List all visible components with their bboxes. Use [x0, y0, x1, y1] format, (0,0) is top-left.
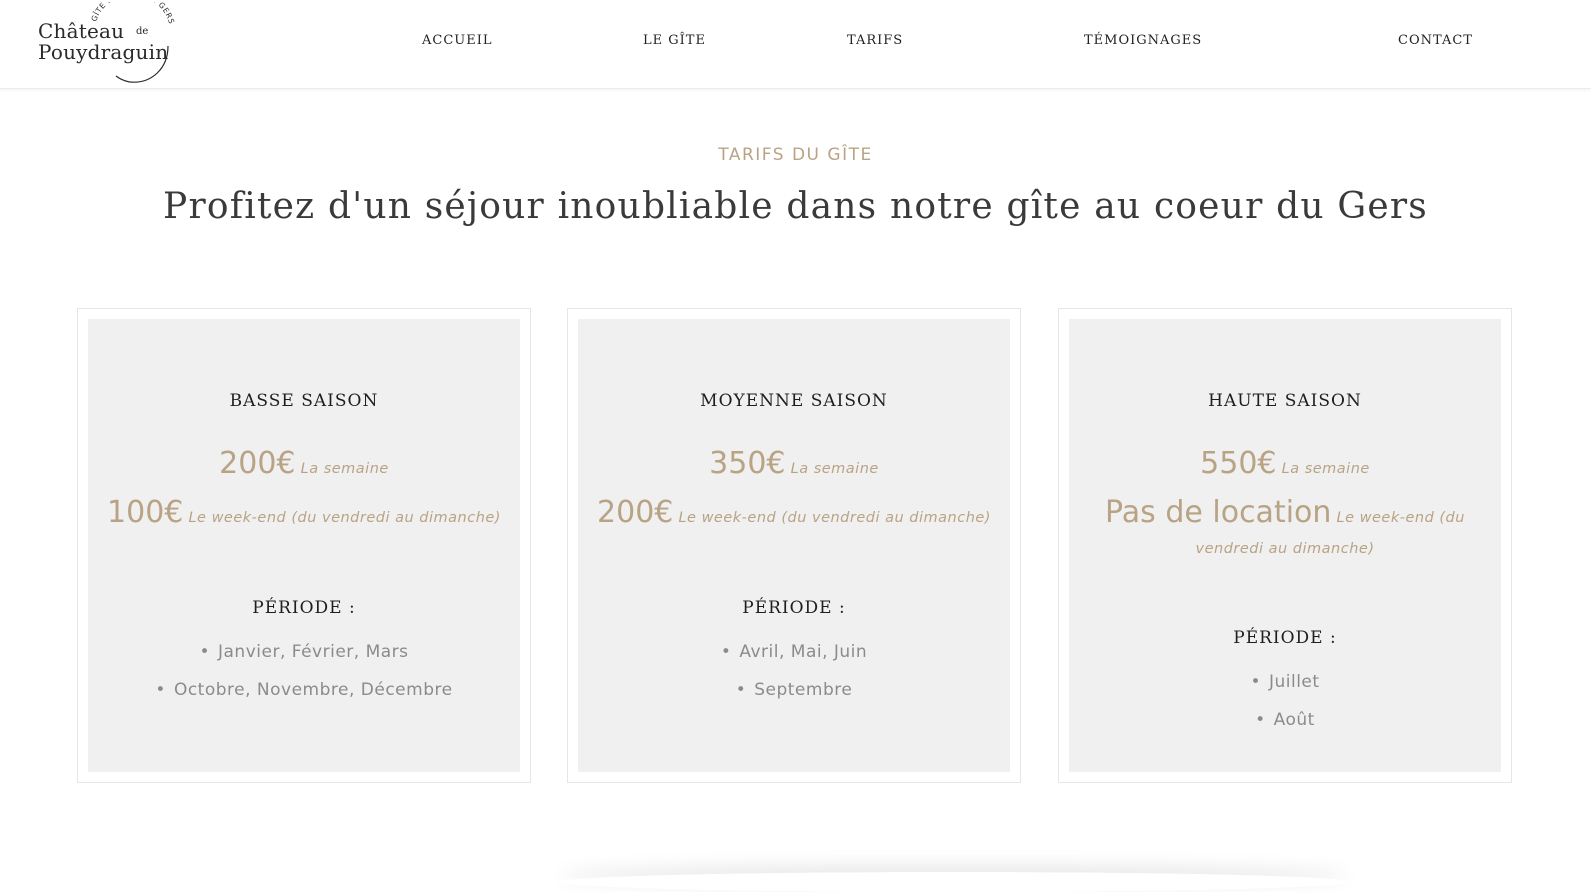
- season-title: BASSE SAISON: [229, 391, 379, 411]
- season-title: HAUTE SAISON: [1208, 391, 1362, 411]
- nav-tarifs[interactable]: TARIFS: [847, 33, 903, 48]
- site-logo[interactable]: GÎTE DE CHARME GERS Château de Pouydragu…: [34, 2, 184, 86]
- week-unit: La semaine: [1281, 461, 1370, 477]
- weekend-price: 100€: [107, 495, 184, 530]
- month-item: Août: [1069, 701, 1501, 739]
- site-header: GÎTE DE CHARME GERS Château de Pouydragu…: [0, 0, 1591, 89]
- week-price-row: 550€ La semaine: [1085, 449, 1485, 484]
- month-item: Avril, Mai, Juin: [578, 633, 1010, 671]
- logo-pouydraguin: Pouydraguin: [38, 40, 169, 64]
- week-unit: La semaine: [300, 461, 389, 477]
- months-list: Juillet Août: [1069, 663, 1501, 739]
- month-item: Octobre, Novembre, Décembre: [88, 671, 520, 709]
- months-list: Avril, Mai, Juin Septembre: [578, 633, 1010, 709]
- section-headline: Profitez d'un séjour inoubliable dans no…: [163, 186, 1428, 227]
- month-item: Janvier, Février, Mars: [88, 633, 520, 671]
- section-eyebrow: TARIFS DU GÎTE: [718, 145, 873, 165]
- weekend-price: 200€: [597, 495, 674, 530]
- weekend-price: Pas de location: [1105, 495, 1332, 530]
- weekend-price-row: 100€ Le week-end (du vendredi au dimanch…: [104, 498, 504, 533]
- month-item: Juillet: [1069, 663, 1501, 701]
- week-price-row: 200€ La semaine: [104, 449, 504, 484]
- pricing-card-haute-saison: HAUTE SAISON 550€ La semaine Pas de loca…: [1058, 308, 1512, 783]
- pricing-card-body: BASSE SAISON 200€ La semaine 100€ Le wee…: [88, 319, 520, 772]
- next-section-shadow: [560, 872, 1350, 892]
- periode-label: PÉRIODE :: [742, 598, 846, 618]
- logo-de: de: [136, 26, 149, 37]
- months-list: Janvier, Février, Mars Octobre, Novembre…: [88, 633, 520, 709]
- week-price: 350€: [709, 446, 786, 481]
- week-price: 550€: [1200, 446, 1277, 481]
- weekend-price-row: Pas de location Le week-end (du vendredi…: [1105, 498, 1465, 564]
- month-item: Septembre: [578, 671, 1010, 709]
- weekend-unit: Le week-end (du vendredi au dimanche): [678, 510, 991, 526]
- season-title: MOYENNE SAISON: [700, 391, 888, 411]
- weekend-price-row: 200€ Le week-end (du vendredi au dimanch…: [594, 498, 994, 533]
- pricing-card-body: HAUTE SAISON 550€ La semaine Pas de loca…: [1069, 319, 1501, 772]
- nav-contact[interactable]: CONTACT: [1398, 33, 1473, 48]
- nav-accueil[interactable]: ACCUEIL: [422, 33, 493, 48]
- week-price: 200€: [219, 446, 296, 481]
- weekend-unit: Le week-end (du vendredi au dimanche): [188, 510, 501, 526]
- week-price-row: 350€ La semaine: [594, 449, 994, 484]
- periode-label: PÉRIODE :: [1233, 628, 1337, 648]
- nav-le-gite[interactable]: LE GÎTE: [643, 33, 706, 48]
- nav-temoignages[interactable]: TÉMOIGNAGES: [1084, 33, 1202, 48]
- periode-label: PÉRIODE :: [252, 598, 356, 618]
- week-unit: La semaine: [790, 461, 879, 477]
- pricing-card-moyenne-saison: MOYENNE SAISON 350€ La semaine 200€ Le w…: [567, 308, 1021, 783]
- pricing-card-body: MOYENNE SAISON 350€ La semaine 200€ Le w…: [578, 319, 1010, 772]
- pricing-card-basse-saison: BASSE SAISON 200€ La semaine 100€ Le wee…: [77, 308, 531, 783]
